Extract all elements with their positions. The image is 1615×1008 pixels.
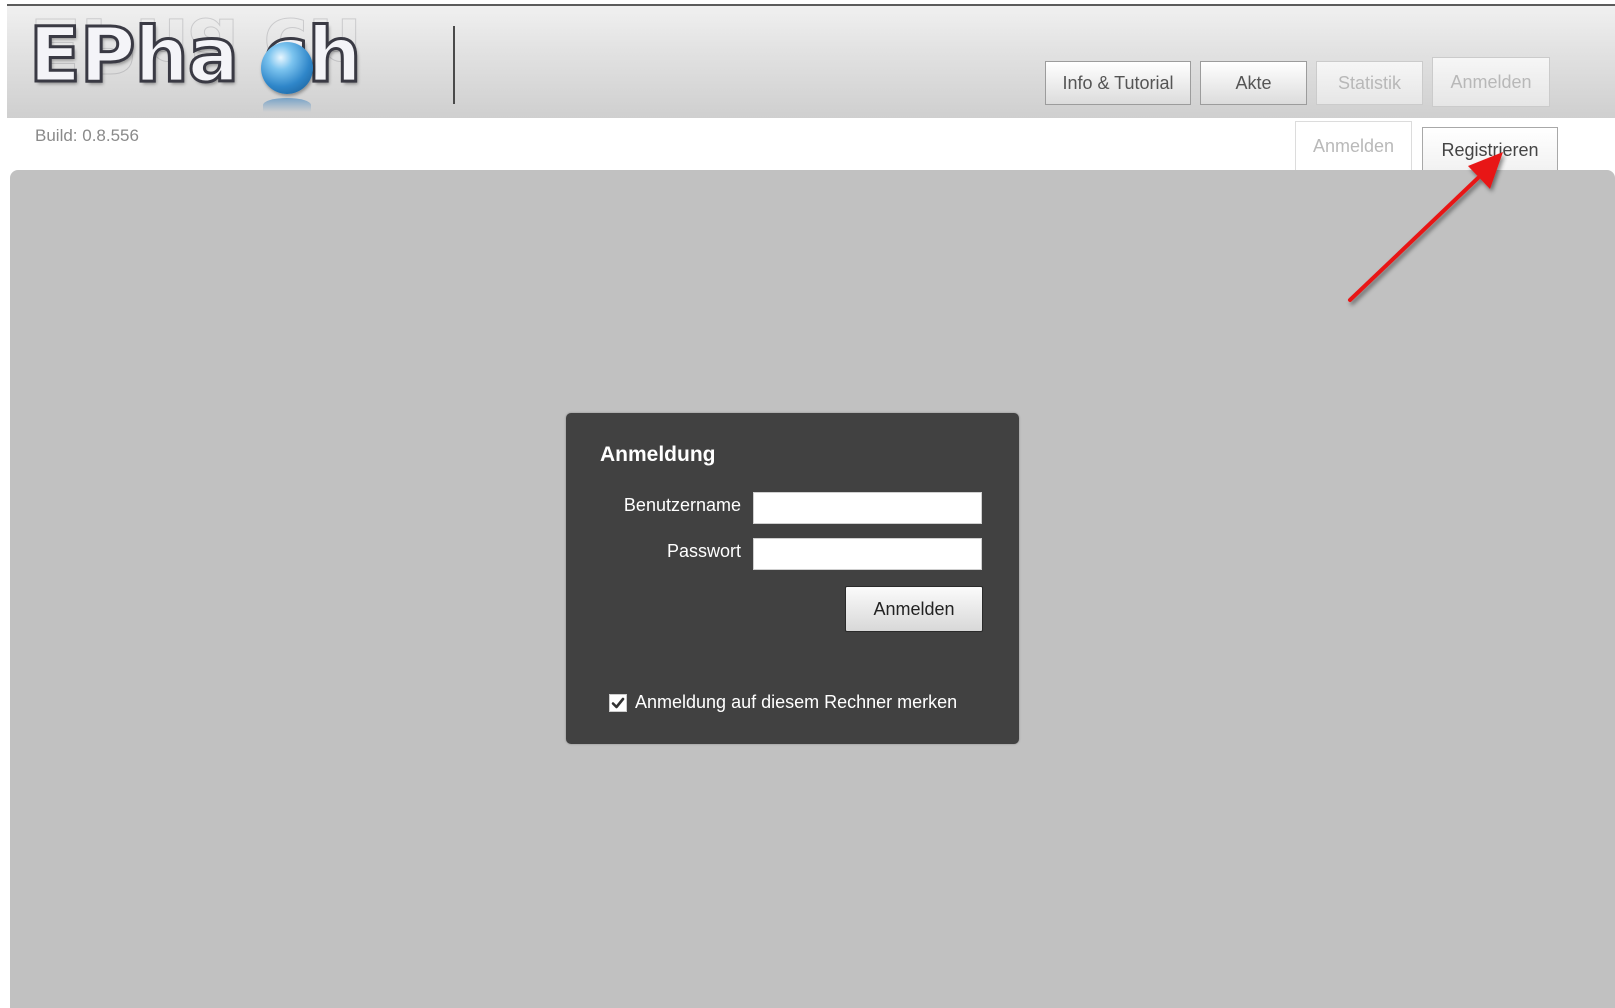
password-input[interactable]: [753, 538, 982, 570]
login-dialog: Anmeldung Benutzername Passwort Anmelden…: [566, 413, 1019, 744]
tab-registrieren[interactable]: Registrieren: [1422, 127, 1558, 173]
epha-logo[interactable]: EPha ch EPha ch: [29, 12, 429, 112]
tab-anmelden[interactable]: Anmelden: [1295, 121, 1412, 171]
password-label: Passwort: [666, 541, 741, 561]
app-header: EPha ch EPha ch Info & Tutorial Akte Sta…: [7, 4, 1615, 118]
logo-ball-icon: [261, 42, 313, 94]
nav-info-tutorial-button[interactable]: Info & Tutorial: [1045, 61, 1191, 105]
remember-me-label: Anmeldung auf diesem Rechner merken: [635, 692, 958, 712]
logo-divider: [453, 26, 455, 104]
logo-ball-reflection: [263, 98, 311, 112]
checkmark-icon: [611, 697, 625, 708]
nav-anmelden-button[interactable]: Anmelden: [1432, 57, 1550, 107]
nav-akte-button[interactable]: Akte: [1200, 61, 1307, 105]
username-label: Benutzername: [623, 495, 741, 515]
nav-statistik-button[interactable]: Statistik: [1316, 61, 1423, 105]
remember-me-checkbox[interactable]: [609, 693, 627, 712]
username-input[interactable]: [753, 492, 982, 524]
page: EPha ch EPha ch Info & Tutorial Akte Sta…: [0, 0, 1615, 1008]
build-version: Build: 0.8.556: [35, 126, 139, 145]
login-submit-button[interactable]: Anmelden: [845, 586, 983, 632]
remember-me-option[interactable]: Anmeldung auf diesem Rechner merken: [609, 692, 957, 713]
login-title: Anmeldung: [600, 443, 716, 466]
logo-text: EPha ch: [29, 12, 363, 99]
